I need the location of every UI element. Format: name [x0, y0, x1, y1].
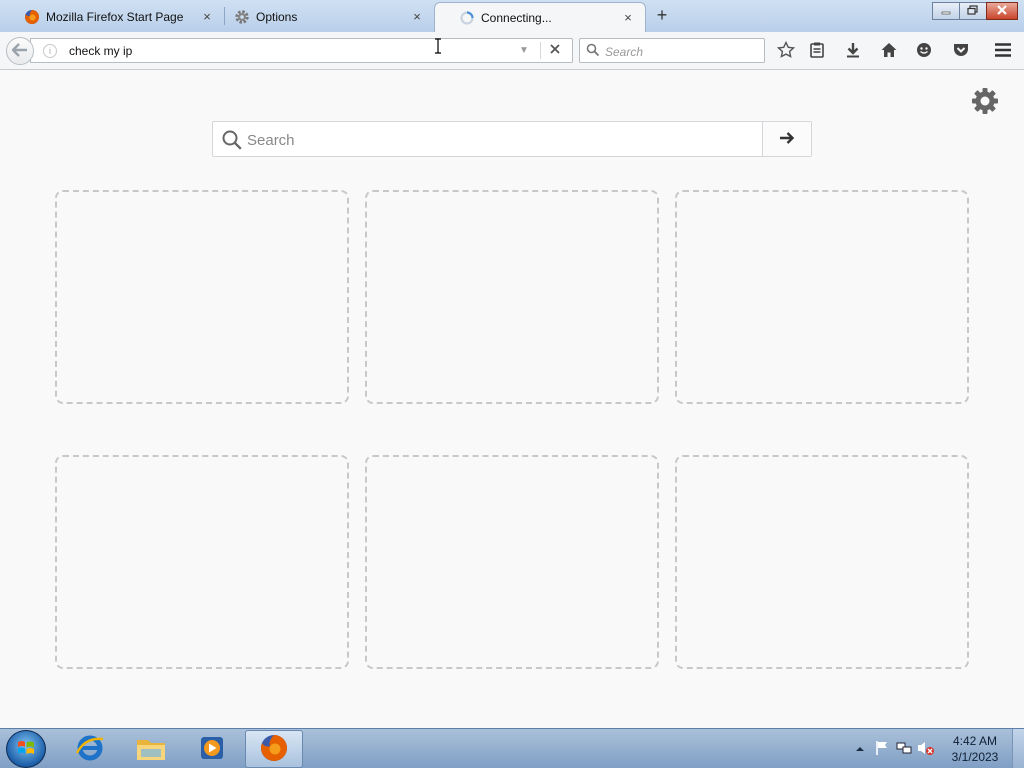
gear-icon [234, 9, 250, 25]
stop-icon [550, 44, 560, 54]
empty-tile [675, 455, 969, 669]
taskbar-internet-explorer[interactable] [61, 730, 119, 768]
tab-options[interactable]: Options × [210, 2, 434, 32]
tab-close-icon[interactable]: × [621, 10, 635, 25]
pocket-icon [952, 41, 970, 62]
bookmark-star-button[interactable] [775, 40, 797, 62]
restore-icon [967, 4, 979, 18]
url-input[interactable]: check my ip [69, 44, 132, 58]
back-arrow-icon [11, 42, 28, 60]
minimize-icon [941, 4, 951, 18]
show-hidden-icons-button[interactable] [850, 739, 870, 759]
home-button[interactable] [878, 40, 900, 62]
taskbar-firefox[interactable] [245, 730, 303, 768]
url-bar[interactable]: i check my ip ▼ [30, 38, 573, 63]
search-icon [586, 43, 600, 60]
empty-tile [365, 190, 659, 404]
clock-time: 4:42 AM [952, 734, 998, 748]
network-button[interactable] [894, 739, 914, 759]
close-icon [996, 4, 1008, 18]
internet-explorer-icon [75, 733, 105, 766]
navigation-toolbar: i check my ip ▼ Search [0, 32, 1024, 70]
restore-button[interactable] [959, 2, 987, 20]
action-center-button[interactable] [872, 739, 892, 759]
hello-button[interactable] [913, 40, 935, 62]
system-clock[interactable]: 4:42 AM 3/1/2023 [938, 733, 1012, 765]
empty-tile [365, 455, 659, 669]
network-icon [896, 740, 912, 759]
tab-label: Connecting... [481, 10, 552, 25]
empty-tile [55, 455, 349, 669]
tab-firefox-start-page[interactable]: Mozilla Firefox Start Page × [0, 2, 224, 32]
site-info-icon[interactable]: i [43, 44, 57, 58]
firefox-icon [24, 9, 40, 25]
new-tab-button[interactable]: + [652, 6, 672, 26]
taskbar-windows-explorer[interactable] [122, 730, 180, 768]
clock-date: 3/1/2023 [951, 750, 999, 764]
reading-list-icon [808, 41, 826, 62]
divider [540, 42, 541, 59]
window-controls [932, 2, 1018, 20]
media-player-icon [197, 733, 227, 766]
open-menu-button[interactable] [992, 40, 1014, 62]
bookmark-star-icon [776, 40, 796, 62]
newtab-search-box[interactable]: Search [212, 121, 812, 157]
volume-button[interactable] [916, 739, 936, 759]
search-input[interactable]: Search [605, 45, 643, 59]
back-button[interactable] [6, 37, 34, 65]
home-icon [880, 41, 898, 62]
loading-spinner-icon [459, 10, 475, 26]
tab-strip: Mozilla Firefox Start Page × Options × C… [0, 0, 1024, 32]
stop-button[interactable] [549, 42, 561, 58]
tab-label: Options [256, 10, 298, 24]
arrow-right-icon [779, 131, 795, 148]
downloads-button[interactable] [842, 40, 864, 62]
volume-muted-icon [917, 740, 935, 759]
text-cursor-icon [434, 38, 442, 57]
chevron-up-icon [855, 742, 865, 756]
customize-button[interactable] [970, 86, 1000, 119]
taskbar-media-player[interactable] [183, 730, 241, 768]
windows-explorer-icon [135, 734, 167, 765]
windows-logo-icon [16, 738, 36, 761]
gear-icon [970, 88, 1000, 119]
history-dropdown-icon[interactable]: ▼ [519, 45, 529, 56]
search-icon [221, 129, 243, 154]
system-tray: 4:42 AM 3/1/2023 [850, 729, 1024, 768]
tab-connecting[interactable]: Connecting... × [434, 2, 646, 32]
new-tab-page: Search [0, 71, 1024, 728]
reading-list-button[interactable] [806, 40, 828, 62]
hello-icon [915, 41, 933, 62]
pocket-button[interactable] [950, 40, 972, 62]
download-icon [844, 41, 862, 62]
tab-close-icon[interactable]: × [410, 10, 424, 24]
menu-icon [994, 42, 1012, 61]
start-button[interactable] [6, 730, 46, 768]
empty-tile [675, 190, 969, 404]
newtab-search-input[interactable]: Search [247, 132, 295, 149]
search-bar[interactable]: Search [579, 38, 765, 63]
empty-tile [55, 190, 349, 404]
show-desktop-button[interactable] [1012, 729, 1024, 768]
search-submit-button[interactable] [762, 122, 811, 156]
tab-label: Mozilla Firefox Start Page [46, 10, 184, 24]
windows-taskbar: 4:42 AM 3/1/2023 [0, 728, 1024, 768]
minimize-button[interactable] [932, 2, 960, 20]
flag-icon [875, 740, 889, 759]
close-window-button[interactable] [986, 2, 1018, 20]
firefox-icon [258, 732, 290, 767]
